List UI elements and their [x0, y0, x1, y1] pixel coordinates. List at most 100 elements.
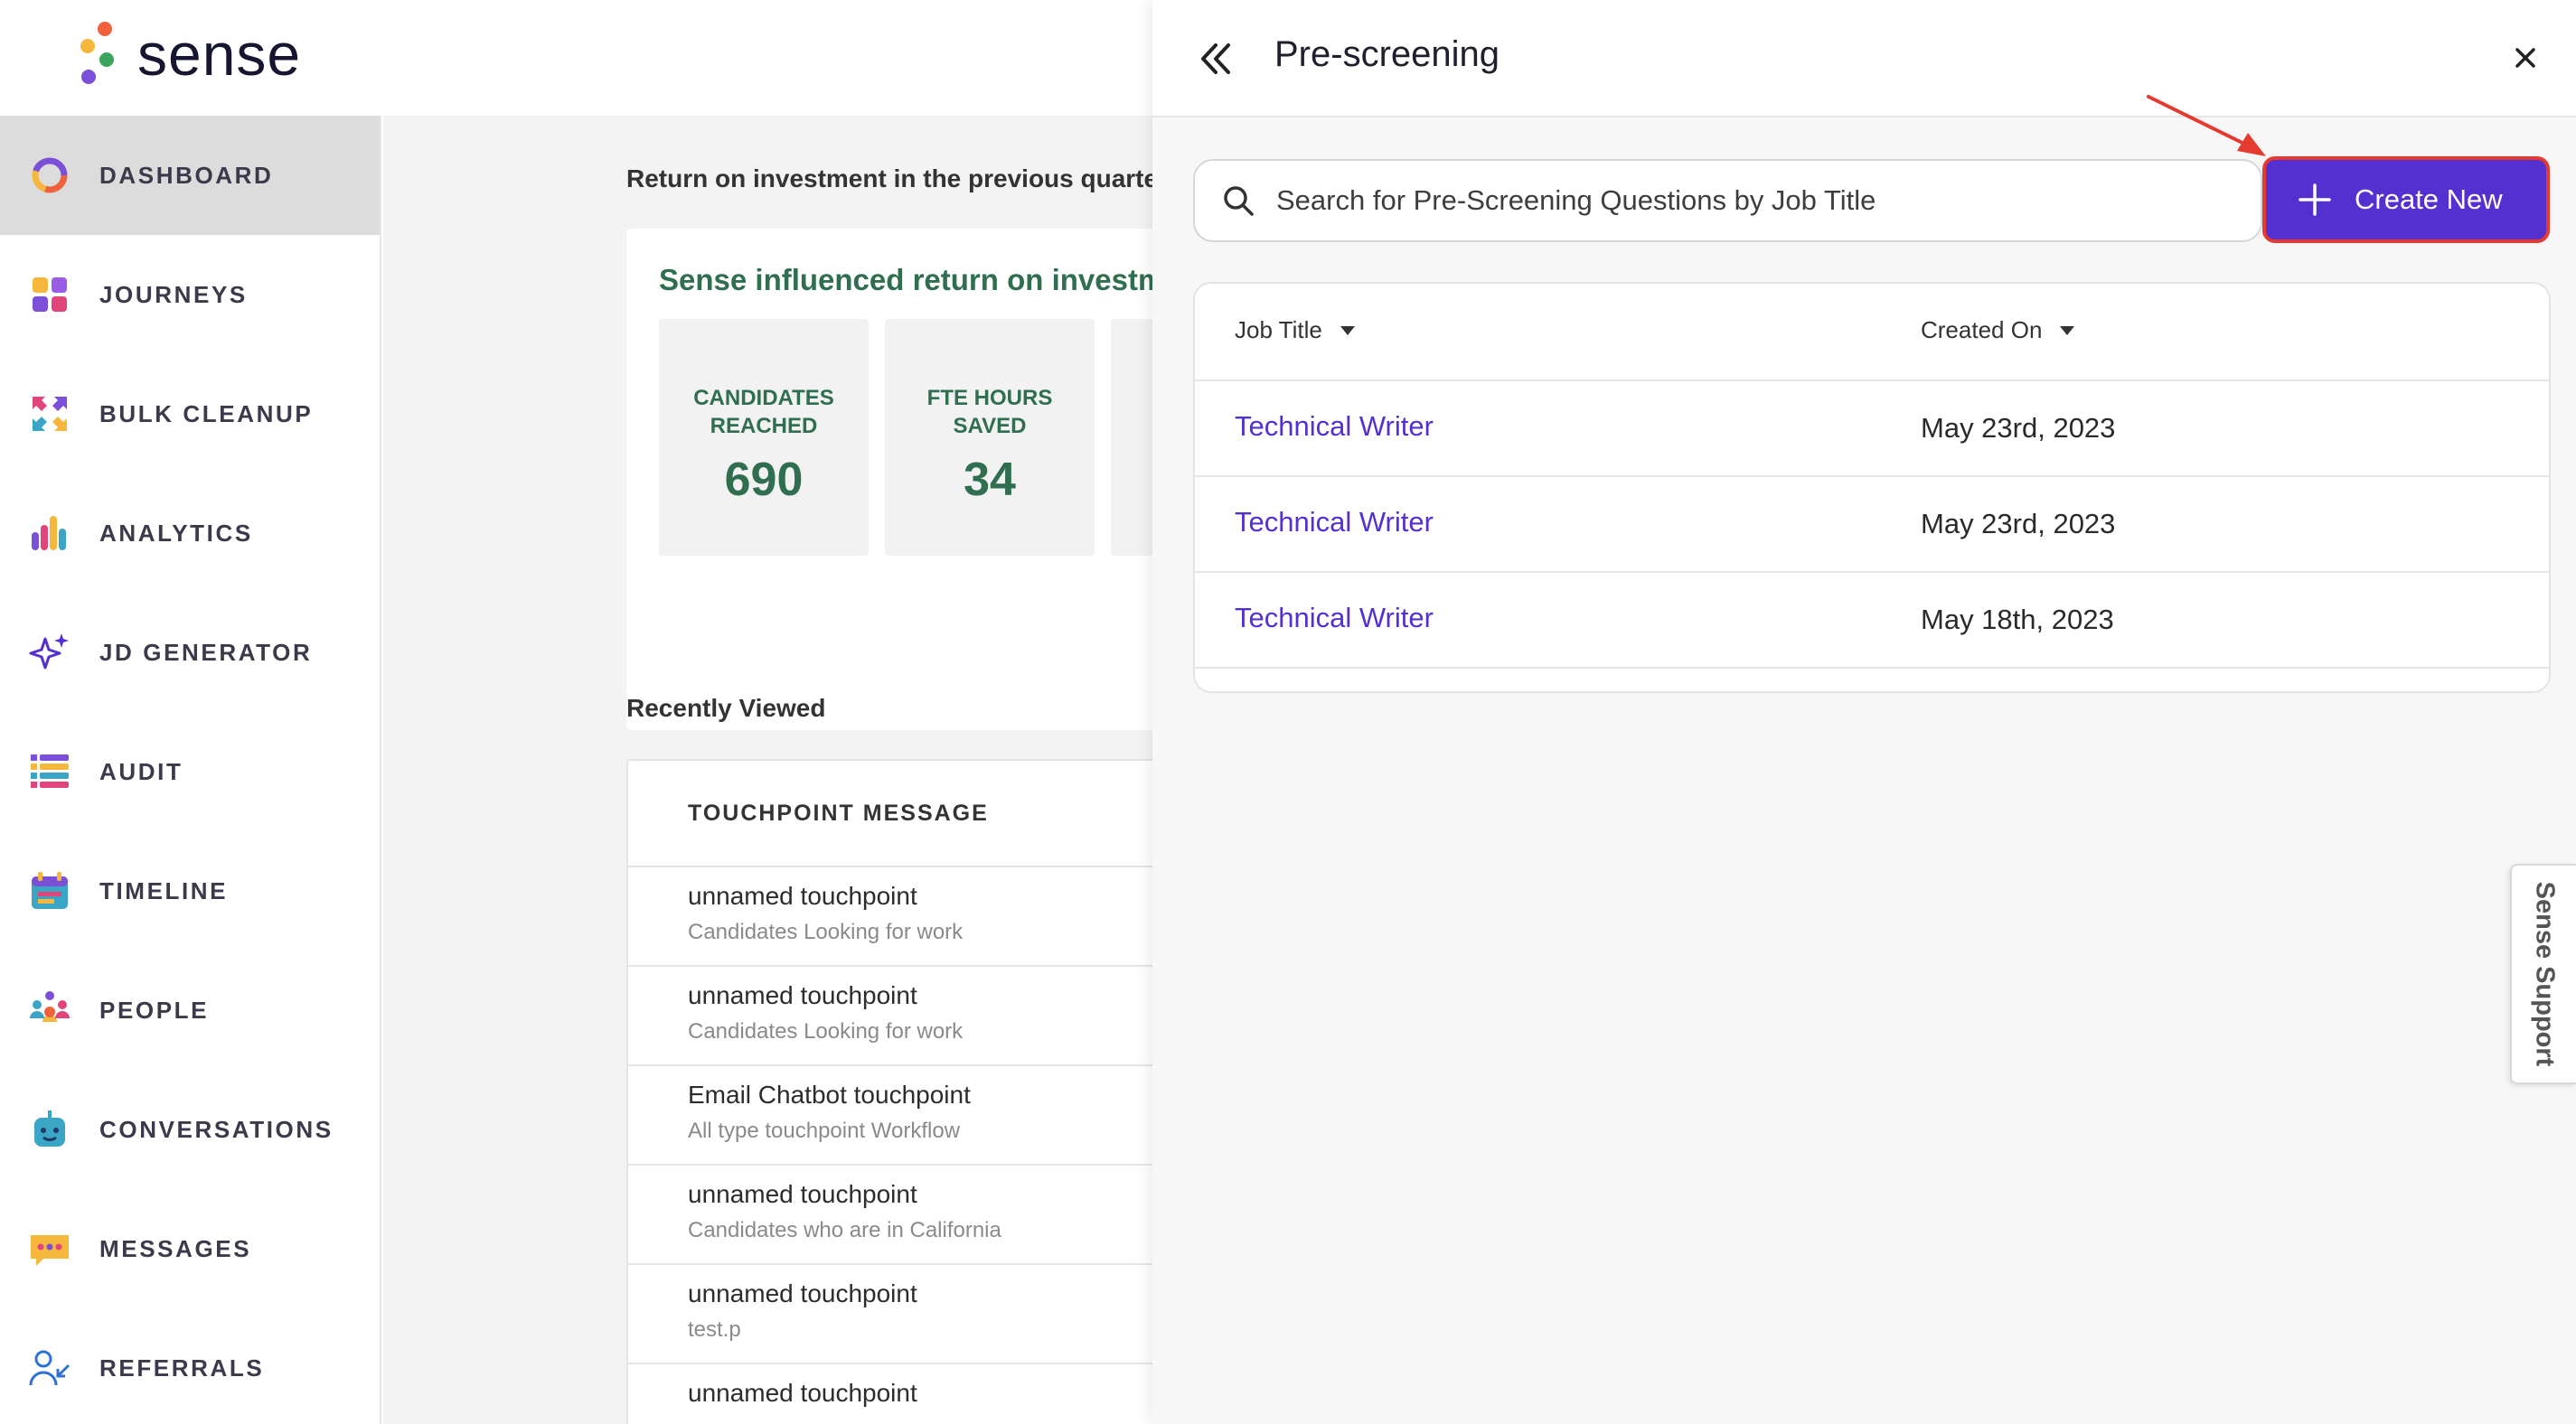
row-subtitle: Candidates Looking for work: [688, 1019, 964, 1044]
caret-down-icon: [1340, 325, 1355, 335]
sidebar-item-label: PEOPLE: [99, 996, 210, 1024]
job-title-link[interactable]: Technical Writer: [1235, 506, 1434, 539]
bulk-cleanup-icon: [29, 393, 71, 435]
table-row[interactable]: unnamed touchpoint Candidates Looking fo…: [628, 867, 1167, 967]
row-name: unnamed touchpoint: [688, 1379, 917, 1407]
job-title-search[interactable]: [1193, 159, 2262, 242]
panel-header: Pre-screening: [1152, 0, 2576, 117]
roi-card: Sense influenced return on investment CA…: [626, 229, 1169, 730]
table-row[interactable]: unnamed touchpoint: [628, 1364, 1167, 1424]
collapse-panel-button[interactable]: [1194, 36, 1239, 81]
sidebar-item-label: AUDIT: [99, 757, 183, 785]
roi-card-title: Sense influenced return on investment: [659, 263, 1169, 296]
row-subtitle: All type touchpoint Workflow: [688, 1119, 961, 1143]
support-label: Sense Support: [2530, 881, 2559, 1067]
job-title-link[interactable]: Technical Writer: [1235, 602, 1434, 634]
sidebar-item-audit[interactable]: AUDIT: [0, 712, 380, 831]
row-name: unnamed touchpoint: [688, 1180, 917, 1208]
table-row[interactable]: unnamed touchpoint Candidates Looking fo…: [628, 967, 1167, 1066]
brand-name: sense: [137, 21, 302, 88]
analytics-icon: [29, 512, 71, 554]
annotation-arrow-icon: [2147, 95, 2266, 156]
dashboard-main: Return on investment in the previous qua…: [383, 116, 1169, 1424]
table-header: TOUCHPOINT MESSAGE: [628, 761, 1167, 867]
sidebar-item-journeys[interactable]: JOURNEYS: [0, 235, 380, 354]
sense-logo[interactable]: sense: [72, 20, 301, 89]
sidebar-item-label: JD GENERATOR: [99, 638, 313, 666]
sidebar-item-referrals[interactable]: REFERRALS: [0, 1308, 380, 1424]
close-panel-button[interactable]: [2508, 41, 2543, 75]
sidebar-item-label: JOURNEYS: [99, 280, 248, 308]
create-new-label: Create New: [2355, 183, 2503, 215]
metric-label: CANDIDATES REACHED: [693, 386, 834, 438]
sidebar-item-label: TIMELINE: [99, 876, 229, 904]
top-bar: sense: [0, 0, 1152, 116]
journeys-icon: [29, 274, 71, 315]
close-icon: [2515, 48, 2535, 68]
sidebar-item-label: ANALYTICS: [99, 519, 253, 547]
sidebar-item-label: MESSAGES: [99, 1234, 252, 1262]
pre-screening-table: Job Title Created On Technical Writer Ma…: [1193, 282, 2551, 693]
metric-value: 34: [964, 454, 1016, 506]
column-label: Job Title: [1235, 316, 1322, 343]
sidebar-item-jd-generator[interactable]: JD GENERATOR: [0, 593, 380, 712]
sidebar: DASHBOARD JOURNEYS BULK CLEANUP ANALYTIC…: [0, 116, 381, 1424]
sidebar-item-bulk-cleanup[interactable]: BULK CLEANUP: [0, 354, 380, 473]
sidebar-item-label: CONVERSATIONS: [99, 1115, 334, 1143]
created-on-date: May 18th, 2023: [1921, 604, 2114, 635]
sidebar-item-timeline[interactable]: TIMELINE: [0, 831, 380, 951]
pre-screening-panel: Pre-screening Create New Job Title: [1152, 0, 2576, 1424]
sparkle-icon: [29, 632, 71, 673]
sidebar-item-conversations[interactable]: CONVERSATIONS: [0, 1070, 380, 1189]
sidebar-item-people[interactable]: PEOPLE: [0, 951, 380, 1070]
table-row[interactable]: unnamed touchpoint test.p: [628, 1265, 1167, 1364]
table-row: Technical Writer May 23rd, 2023: [1195, 381, 2549, 477]
row-subtitle: Candidates Looking for work: [688, 920, 964, 944]
audit-icon: [29, 751, 71, 792]
metric-value: 690: [724, 454, 804, 506]
sidebar-item-dashboard[interactable]: DASHBOARD: [0, 116, 380, 235]
panel-title: Pre-screening: [1274, 34, 1500, 74]
recently-viewed-table: TOUCHPOINT MESSAGE unnamed touchpoint Ca…: [626, 759, 1169, 1424]
calendar-icon: [29, 870, 71, 912]
search-input[interactable]: [1276, 184, 2225, 217]
robot-icon: [29, 1109, 71, 1150]
roi-section-title: Return on investment in the previous qua…: [626, 164, 1168, 192]
metric-label: FTE HOURS SAVED: [926, 386, 1053, 438]
double-chevron-left-icon: [1201, 43, 1230, 74]
sidebar-item-label: BULK CLEANUP: [99, 399, 314, 427]
sidebar-item-messages[interactable]: MESSAGES: [0, 1189, 380, 1308]
people-icon: [29, 989, 71, 1031]
column-label: Created On: [1921, 316, 2043, 343]
metric-fte-hours-saved: FTE HOURS SAVED 34: [885, 319, 1095, 556]
create-new-button[interactable]: Create New: [2262, 156, 2550, 243]
plus-icon: [2299, 183, 2331, 216]
search-icon: [1224, 186, 1254, 216]
created-on-date: May 23rd, 2023: [1921, 508, 2116, 539]
job-title-column-header[interactable]: Job Title: [1235, 316, 1357, 344]
table-row: Technical Writer May 23rd, 2023: [1195, 477, 2549, 573]
sidebar-item-label: DASHBOARD: [99, 161, 274, 189]
created-on-column-header[interactable]: Created On: [1921, 316, 2076, 344]
row-name: Email Chatbot touchpoint: [688, 1081, 971, 1109]
table-row[interactable]: unnamed touchpoint Candidates who are in…: [628, 1166, 1167, 1265]
dashboard-icon: [29, 155, 71, 196]
sense-support-tab[interactable]: Sense Support: [2510, 864, 2576, 1084]
sense-logo-icon: [80, 22, 114, 84]
metric-candidates-reached: CANDIDATES REACHED 690: [659, 319, 869, 556]
table-header-row: Job Title Created On: [1195, 284, 2549, 381]
recently-viewed-title: Recently Viewed: [626, 694, 826, 722]
row-name: unnamed touchpoint: [688, 981, 917, 1009]
job-title-link[interactable]: Technical Writer: [1235, 410, 1434, 443]
sidebar-item-label: REFERRALS: [99, 1354, 265, 1382]
row-subtitle: test.p: [688, 1317, 741, 1342]
message-icon: [29, 1228, 71, 1269]
table-row: Technical Writer May 18th, 2023: [1195, 573, 2549, 669]
created-on-date: May 23rd, 2023: [1921, 412, 2116, 444]
row-name: unnamed touchpoint: [688, 1279, 917, 1307]
table-row[interactable]: Email Chatbot touchpoint All type touchp…: [628, 1066, 1167, 1166]
caret-down-icon: [2060, 325, 2075, 335]
sidebar-item-analytics[interactable]: ANALYTICS: [0, 473, 380, 593]
referral-icon: [29, 1347, 71, 1389]
row-subtitle: Candidates who are in California: [688, 1218, 1001, 1242]
